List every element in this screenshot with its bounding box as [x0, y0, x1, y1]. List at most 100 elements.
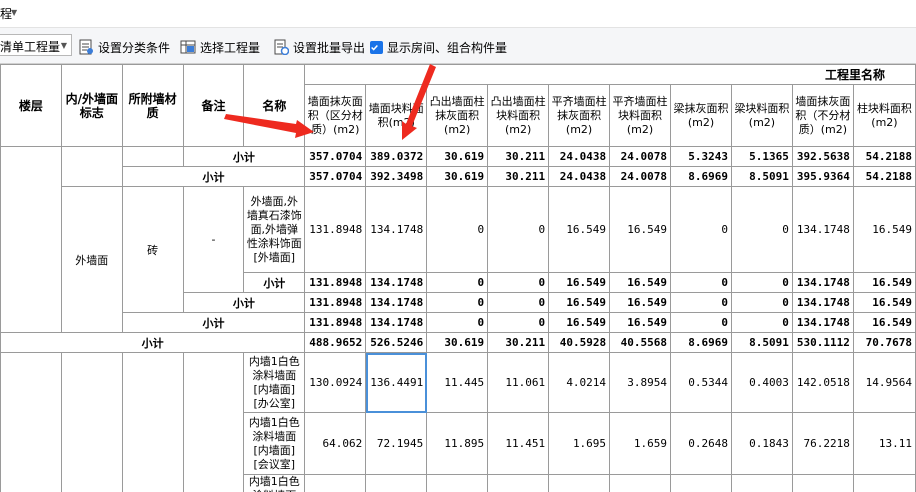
value-cell[interactable]: [548, 474, 611, 492]
value-cell[interactable]: 0: [730, 312, 793, 333]
floor-cell[interactable]: [0, 146, 62, 333]
value-cell[interactable]: 24.0438: [548, 166, 611, 187]
quantity-type-select[interactable]: 清单工程量 ▼: [0, 34, 72, 56]
value-cell[interactable]: 24.0078: [609, 166, 672, 187]
value-cell[interactable]: 0: [730, 186, 793, 273]
checkbox-checked-icon[interactable]: [370, 40, 383, 54]
value-cell[interactable]: 24.0078: [609, 146, 672, 167]
value-cell[interactable]: 30.619: [426, 332, 489, 353]
value-cell[interactable]: 5.1365: [730, 146, 793, 167]
header-col-0[interactable]: 墙面抹灰面积（区分材质）(m2): [304, 84, 367, 147]
value-cell[interactable]: 16.549: [548, 292, 611, 313]
header-col-8[interactable]: 墙面抹灰面积（不分材质）(m2): [791, 84, 854, 147]
value-cell[interactable]: 357.0704: [304, 166, 367, 187]
value-cell[interactable]: 14.9564: [852, 352, 916, 413]
value-cell[interactable]: 0: [426, 312, 489, 333]
value-cell[interactable]: 11.451: [487, 412, 550, 475]
value-cell[interactable]: 30.211: [487, 166, 550, 187]
batch-export-button[interactable]: 设置批量导出: [273, 38, 365, 56]
header-floor[interactable]: 楼层: [0, 64, 62, 147]
inner-wall-meeting-name[interactable]: 内墙1白色涂料墙面[内墙面][会议室]: [243, 412, 306, 475]
value-cell[interactable]: 54.2188: [852, 146, 916, 167]
value-cell[interactable]: 54.2188: [852, 166, 916, 187]
outer-wall-name[interactable]: 外墙面,外墙真石漆饰面,外墙弹性涂料饰面[外墙面]: [243, 186, 306, 273]
value-cell[interactable]: 134.1748: [791, 186, 854, 273]
value-cell[interactable]: 4.0214: [548, 352, 611, 413]
value-cell[interactable]: 134.1748: [365, 272, 428, 293]
inner-wall-office-name[interactable]: 内墙1白色涂料墙面[内墙面][办公室]: [243, 352, 306, 413]
value-cell[interactable]: 526.5246: [365, 332, 428, 353]
value-cell[interactable]: 30.619: [426, 146, 489, 167]
value-cell[interactable]: 70.7678: [852, 332, 916, 353]
value-cell[interactable]: 5.3243: [670, 146, 732, 167]
header-col-6[interactable]: 梁抹灰面积(m2): [670, 84, 732, 147]
value-cell[interactable]: 130.0924: [304, 352, 367, 413]
value-cell[interactable]: 488.9652: [304, 332, 367, 353]
value-cell[interactable]: 16.549: [548, 312, 611, 333]
floor-cell[interactable]: [0, 352, 62, 492]
material-brick[interactable]: 砖: [121, 186, 184, 313]
value-cell[interactable]: 0.2648: [670, 412, 732, 475]
value-cell[interactable]: 30.211: [487, 146, 550, 167]
header-remark[interactable]: 备注: [182, 64, 245, 147]
header-col-1[interactable]: 墙面块料面积(m2): [365, 84, 428, 147]
value-cell[interactable]: 0: [670, 272, 732, 293]
header-col-9[interactable]: 柱块料面积(m2): [852, 84, 916, 147]
value-cell[interactable]: 30.619: [426, 166, 489, 187]
value-cell[interactable]: 389.0372: [365, 146, 428, 167]
material-cell[interactable]: [121, 146, 184, 167]
header-name[interactable]: 名称: [243, 64, 306, 147]
value-cell[interactable]: [365, 474, 428, 492]
value-cell[interactable]: 134.1748: [791, 292, 854, 313]
value-cell[interactable]: 8.5091: [730, 332, 793, 353]
value-cell[interactable]: 11.061: [487, 352, 550, 413]
header-col-3[interactable]: 凸出墙面柱块料面积(m2): [487, 84, 550, 147]
value-cell[interactable]: 1.695: [548, 412, 611, 475]
header-col-2[interactable]: 凸出墙面柱抹灰面积(m2): [426, 84, 489, 147]
value-cell[interactable]: 8.5091: [730, 166, 793, 187]
header-col-4[interactable]: 平齐墙面柱抹灰面积(m2): [548, 84, 611, 147]
value-cell[interactable]: [791, 474, 854, 492]
value-cell[interactable]: 3.8954: [609, 352, 672, 413]
value-cell[interactable]: 131.8948: [304, 186, 367, 273]
value-cell[interactable]: 0: [426, 186, 489, 273]
value-cell[interactable]: 11.445: [426, 352, 489, 413]
value-cell[interactable]: 131.8948: [304, 292, 367, 313]
value-cell[interactable]: 13.11: [852, 412, 916, 475]
value-cell[interactable]: 0.1843: [730, 412, 793, 475]
value-cell[interactable]: 357.0704: [304, 146, 367, 167]
value-cell[interactable]: 24.0438: [548, 146, 611, 167]
inner-wall-third-name[interactable]: 内墙1白色涂料墙面: [243, 474, 306, 492]
value-cell[interactable]: 16.549: [852, 186, 916, 273]
material-brick[interactable]: 砖: [121, 352, 184, 492]
value-cell[interactable]: 40.5928: [548, 332, 611, 353]
value-cell[interactable]: 16.549: [609, 292, 672, 313]
value-cell[interactable]: 530.1112: [791, 332, 854, 353]
value-cell[interactable]: 131.8948: [304, 272, 367, 293]
value-cell[interactable]: 136.4491: [365, 352, 428, 413]
inout-cell[interactable]: [60, 352, 123, 492]
value-cell[interactable]: 1.659: [609, 412, 672, 475]
value-cell[interactable]: 64.062: [304, 412, 367, 475]
value-cell[interactable]: 0: [730, 292, 793, 313]
value-cell[interactable]: [426, 474, 489, 492]
select-quantity-button[interactable]: 选择工程量: [180, 38, 260, 56]
value-cell[interactable]: 16.549: [609, 272, 672, 293]
value-cell[interactable]: 0: [670, 292, 732, 313]
value-cell[interactable]: 0: [730, 272, 793, 293]
value-cell[interactable]: 134.1748: [791, 312, 854, 333]
header-col-7[interactable]: 梁块料面积(m2): [730, 84, 793, 147]
value-cell[interactable]: 16.549: [852, 312, 916, 333]
value-cell[interactable]: 30.211: [487, 332, 550, 353]
value-cell[interactable]: 16.549: [609, 312, 672, 333]
value-cell[interactable]: 16.549: [609, 186, 672, 273]
value-cell[interactable]: 76.2218: [791, 412, 854, 475]
value-cell[interactable]: 134.1748: [365, 312, 428, 333]
value-cell[interactable]: 0: [426, 272, 489, 293]
value-cell[interactable]: 134.1748: [365, 292, 428, 313]
value-cell[interactable]: 16.549: [548, 272, 611, 293]
value-cell[interactable]: 395.9364: [791, 166, 854, 187]
value-cell[interactable]: 8.6969: [670, 166, 732, 187]
header-material[interactable]: 所附墙材质: [121, 64, 184, 147]
value-cell[interactable]: 0: [487, 312, 550, 333]
